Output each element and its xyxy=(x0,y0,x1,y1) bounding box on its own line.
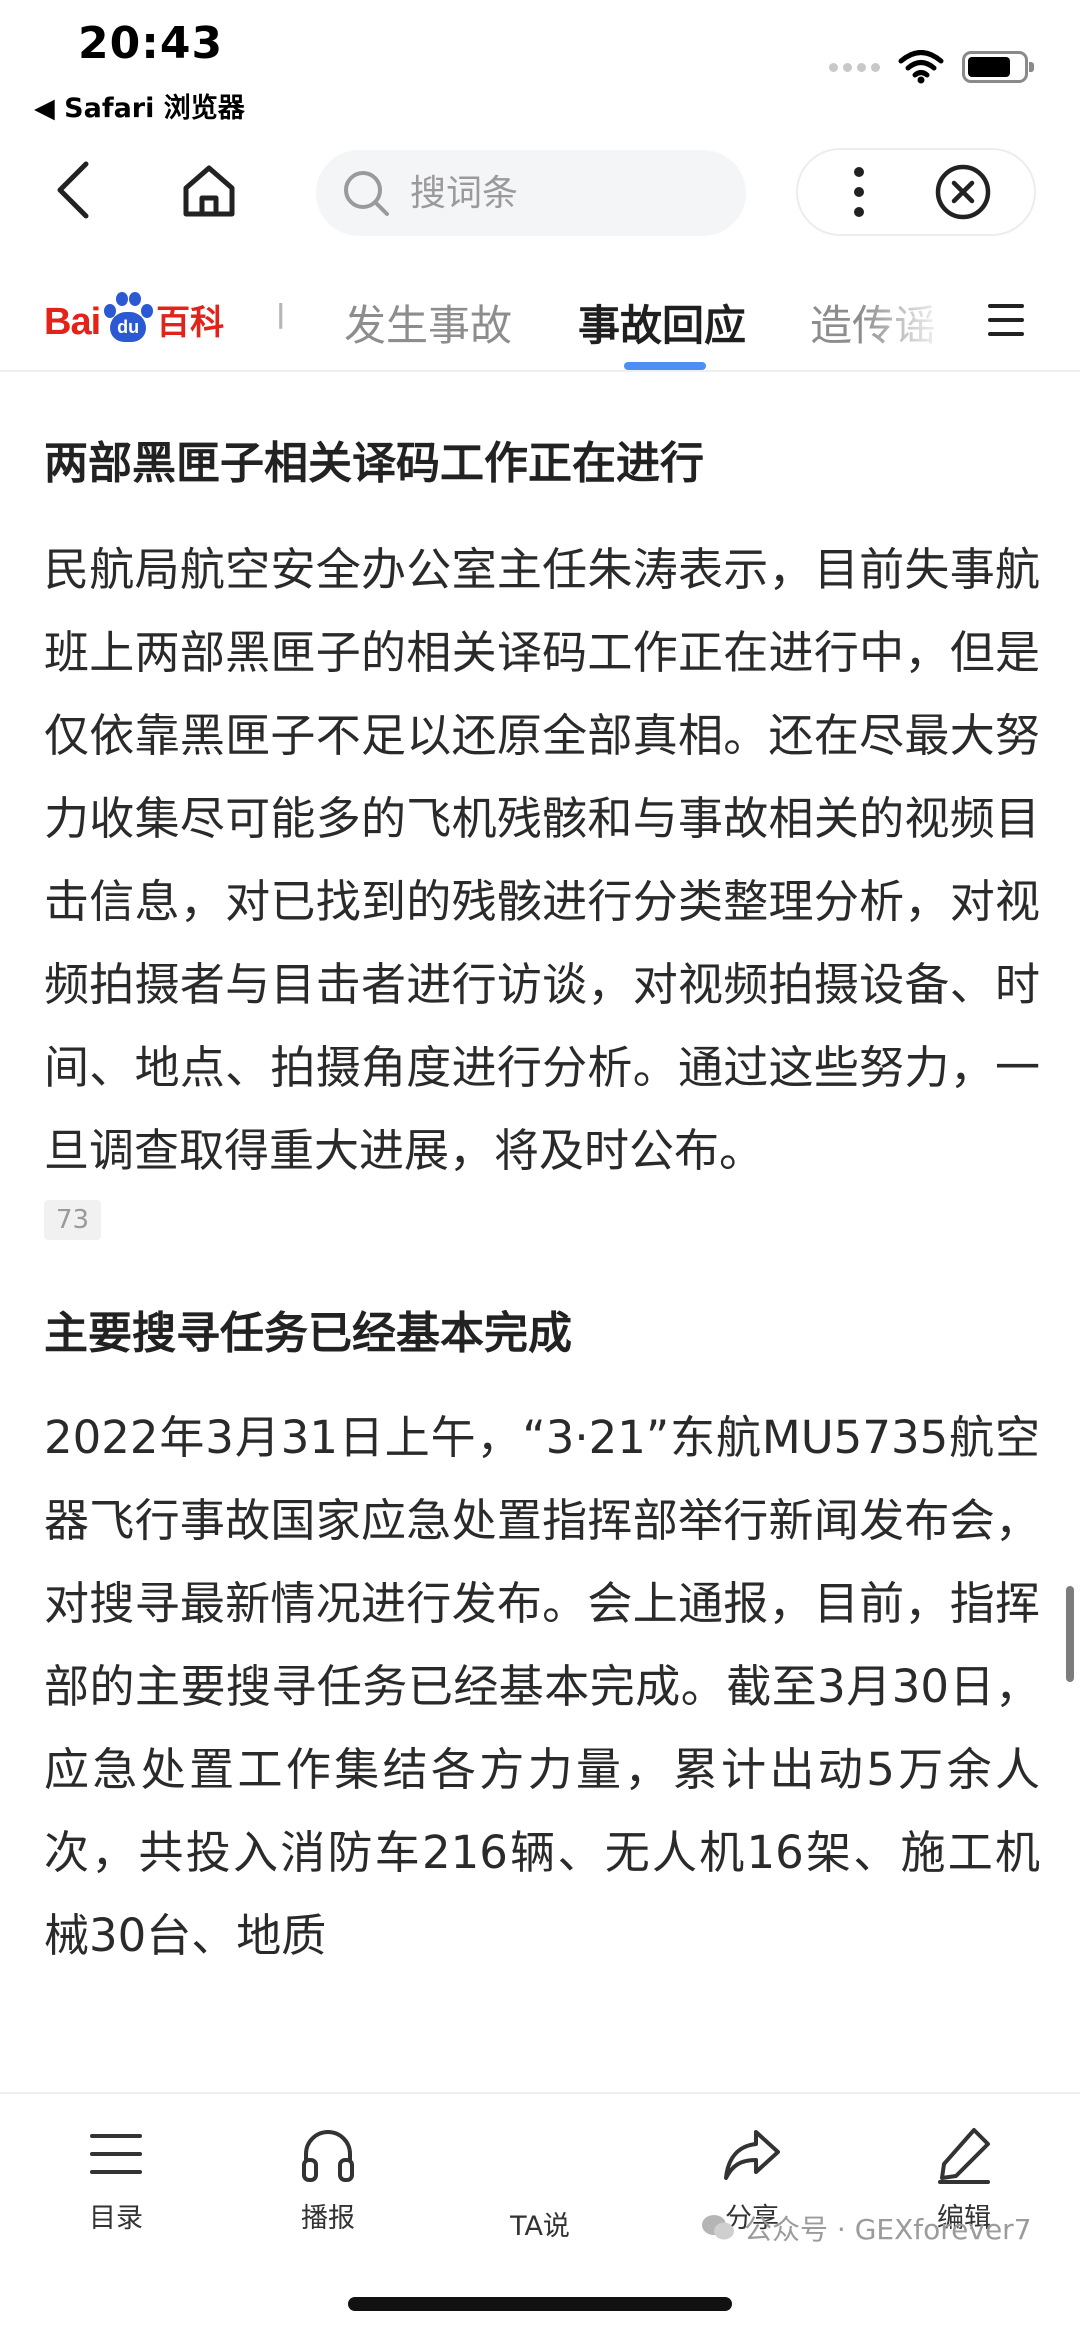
section-title: 主要搜寻任务已经基本完成 xyxy=(44,1308,572,1359)
back-to-app-link[interactable]: ◀ Safari 浏览器 xyxy=(34,86,245,125)
pencil-icon xyxy=(938,2128,990,2184)
wechat-icon xyxy=(702,2215,734,2240)
search-bar[interactable] xyxy=(316,150,746,236)
tab-fade xyxy=(860,270,970,370)
screen: 20:43 ◀ Safari 浏览器 搜词条 Bai du 百科 l 发生事故 … xyxy=(0,0,1080,2337)
signal-icon xyxy=(829,62,880,72)
list-icon xyxy=(90,2134,142,2174)
tab-accident[interactable]: 发生事故 xyxy=(344,292,512,353)
broadcast-button[interactable]: 播报 xyxy=(248,2122,408,2235)
section-tab-bar: Bai du 百科 l 发生事故 事故回应 造传谣 xyxy=(0,270,1080,372)
miniapp-capsule xyxy=(796,148,1036,236)
tab-partial: l xyxy=(276,298,286,338)
status-indicators xyxy=(829,50,1034,84)
status-time: 20:43 xyxy=(78,18,224,69)
home-indicator xyxy=(348,2297,732,2311)
menu-icon[interactable] xyxy=(986,300,1026,340)
catalog-button[interactable]: 目录 xyxy=(36,2122,196,2235)
wifi-icon xyxy=(898,50,944,84)
search-input[interactable] xyxy=(408,171,708,215)
baidu-baike-logo[interactable]: Bai du 百科 xyxy=(44,284,224,344)
share-icon xyxy=(724,2130,780,2180)
battery-icon xyxy=(962,51,1034,83)
search-icon xyxy=(344,171,389,216)
scrollbar-thumb[interactable] xyxy=(1066,1586,1074,1682)
section-paragraph: 民航局航空安全办公室主任朱涛表示，目前失事航班上两部黑匣子的相关译码工作正在进行… xyxy=(44,543,1040,1177)
paw-icon: du xyxy=(102,288,154,344)
back-arrow-icon[interactable] xyxy=(48,158,100,222)
close-icon[interactable] xyxy=(933,162,993,222)
section-paragraph: 2022年3月31日上午，“3·21”东航MU5735航空器飞行事故国家应急处置… xyxy=(44,1411,1040,1962)
section-title: 两部黑匣子相关译码工作正在进行 xyxy=(44,438,704,489)
watermark: 公众号 · GEXforever7 xyxy=(700,2208,1032,2248)
ta-say-button[interactable]: TA说 xyxy=(460,2122,620,2243)
home-icon[interactable] xyxy=(178,160,240,222)
reference-badge[interactable]: 73 xyxy=(44,1200,102,1240)
article-content: 两部黑匣子相关译码工作正在进行 民航局航空安全办公室主任朱涛表示，目前失事航班上… xyxy=(44,372,1040,1977)
tab-response[interactable]: 事故回应 xyxy=(578,292,746,353)
headphones-icon xyxy=(302,2130,354,2182)
more-options-icon[interactable] xyxy=(839,162,879,222)
active-tab-indicator xyxy=(624,362,706,370)
